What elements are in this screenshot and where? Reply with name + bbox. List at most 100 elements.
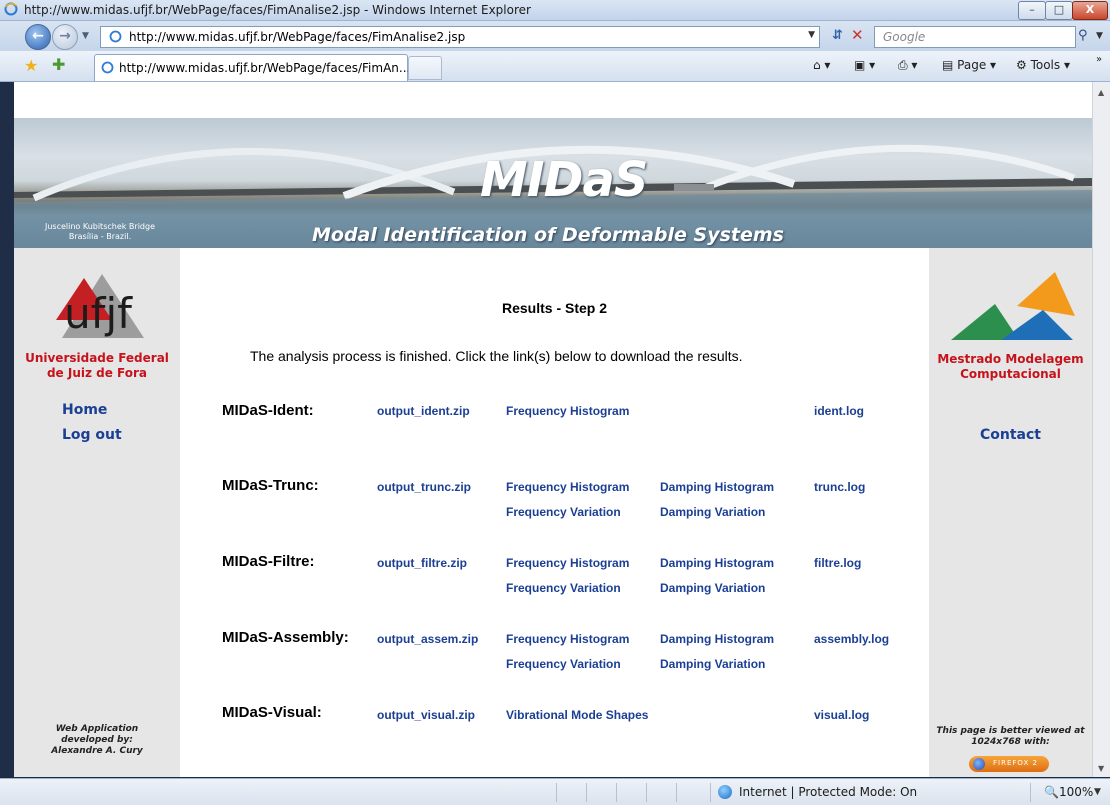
module-assembly-label: MIDaS-Assembly: xyxy=(222,629,349,646)
internet-zone-icon xyxy=(718,785,732,799)
ident-frequency-histogram-link[interactable]: Frequency Histogram xyxy=(506,404,629,418)
favorites-star-icon[interactable]: ★ xyxy=(24,56,38,75)
nav-logout-link[interactable]: Log out xyxy=(62,427,122,443)
trunc-frequency-histogram-link[interactable]: Frequency Histogram xyxy=(506,480,629,494)
assembly-frequency-histogram-link[interactable]: Frequency Histogram xyxy=(506,632,629,646)
site-subtitle: Modal Identification of Deformable Syste… xyxy=(312,224,784,246)
program-name: Mestrado Modelagem Computacional xyxy=(929,352,1092,382)
visual-zip-link[interactable]: output_visual.zip xyxy=(377,708,475,722)
banner-caption-line1: Juscelino Kubitschek Bridge xyxy=(44,222,156,231)
scroll-up-icon[interactable]: ▲ xyxy=(1098,88,1104,97)
trunc-zip-link[interactable]: output_trunc.zip xyxy=(377,480,471,494)
left-sidebar: ufjf Universidade Federal de Juiz de For… xyxy=(14,248,180,777)
address-bar[interactable]: http://www.midas.ufjf.br/WebPage/faces/F… xyxy=(100,26,820,48)
print-icon[interactable]: ⎙ ▾ xyxy=(898,58,917,73)
zoom-dropdown-icon[interactable]: ▼ xyxy=(1094,787,1101,797)
trunc-damping-variation-link[interactable]: Damping Variation xyxy=(660,505,765,519)
add-favorites-icon[interactable]: ✚ xyxy=(52,55,65,74)
header-banner: Juscelino Kubitschek Bridge Brasília - B… xyxy=(14,118,1092,248)
ufjf-logo: ufjf xyxy=(56,274,144,338)
banner-caption: Juscelino Kubitschek Bridge Brasília - B… xyxy=(20,222,180,242)
credit-line3: Alexandre A. Cury xyxy=(51,746,143,756)
status-divider xyxy=(676,783,677,802)
right-sidebar: Mestrado Modelagem Computacional Contact… xyxy=(929,248,1092,777)
ident-zip-link[interactable]: output_ident.zip xyxy=(377,404,470,418)
visual-mode-shapes-link[interactable]: Vibrational Mode Shapes xyxy=(506,708,648,722)
browser-window: http://www.midas.ufjf.br/WebPage/faces/F… xyxy=(0,0,1110,805)
web-page: Juscelino Kubitschek Bridge Brasília - B… xyxy=(14,82,1092,777)
forward-button[interactable]: → xyxy=(52,24,78,50)
status-divider xyxy=(586,783,587,802)
credit-line2: developed by: xyxy=(61,735,133,745)
assembly-frequency-variation-link[interactable]: Frequency Variation xyxy=(506,657,621,671)
nav-home-link[interactable]: Home xyxy=(62,402,107,418)
tab-label: http://www.midas.ufjf.br/WebPage/faces/F… xyxy=(119,61,411,75)
module-ident-label: MIDaS-Ident: xyxy=(222,402,314,419)
filtre-zip-link[interactable]: output_filtre.zip xyxy=(377,556,467,570)
stop-icon[interactable]: ✕ xyxy=(851,26,864,44)
assembly-zip-link[interactable]: output_assem.zip xyxy=(377,632,478,646)
address-dropdown-icon[interactable]: ▼ xyxy=(808,30,815,40)
home-icon[interactable]: ⌂ ▾ xyxy=(813,58,830,72)
history-dropdown-icon[interactable]: ▼ xyxy=(82,31,89,41)
program-line1: Mestrado Modelagem xyxy=(937,352,1084,366)
window-title: http://www.midas.ufjf.br/WebPage/faces/F… xyxy=(24,3,531,17)
trunc-frequency-variation-link[interactable]: Frequency Variation xyxy=(506,505,621,519)
module-filtre-label: MIDaS-Filtre: xyxy=(222,553,315,570)
assembly-damping-histogram-link[interactable]: Damping Histogram xyxy=(660,632,774,646)
visual-log-link[interactable]: visual.log xyxy=(814,708,869,722)
assembly-log-link[interactable]: assembly.log xyxy=(814,632,889,646)
search-icon[interactable]: ⚲ xyxy=(1078,28,1088,43)
filtre-damping-variation-link[interactable]: Damping Variation xyxy=(660,581,765,595)
credit-line1: Web Application xyxy=(55,724,139,734)
status-bar: Internet | Protected Mode: On 🔍100% ▼ xyxy=(0,778,1110,805)
firefox-icon xyxy=(973,758,985,770)
search-box[interactable] xyxy=(874,26,1076,48)
trunc-damping-histogram-link[interactable]: Damping Histogram xyxy=(660,480,774,494)
page-title: Results - Step 2 xyxy=(501,300,608,316)
filtre-frequency-variation-link[interactable]: Frequency Variation xyxy=(506,581,621,595)
maximize-button[interactable]: □ xyxy=(1045,1,1073,20)
security-zone[interactable]: Internet | Protected Mode: On xyxy=(739,785,917,799)
browser-note-line2: 1024x768 with: xyxy=(971,737,1050,747)
tab-page-icon xyxy=(101,61,114,74)
scroll-down-icon[interactable]: ▼ xyxy=(1098,764,1104,773)
tab-active[interactable]: http://www.midas.ufjf.br/WebPage/faces/F… xyxy=(94,54,411,81)
filtre-frequency-histogram-link[interactable]: Frequency Histogram xyxy=(506,556,629,570)
page-icon xyxy=(109,30,122,43)
program-line2: Computacional xyxy=(960,367,1061,381)
toolbar-overflow-icon[interactable]: » xyxy=(1096,54,1102,65)
tools-menu[interactable]: ⚙ Tools ▾ xyxy=(1016,58,1070,72)
site-title: MIDaS xyxy=(480,152,648,208)
search-dropdown-icon[interactable]: ▼ xyxy=(1096,31,1103,41)
status-divider xyxy=(710,783,711,802)
trunc-log-link[interactable]: trunc.log xyxy=(814,480,865,494)
page-menu[interactable]: ▤ Page ▾ xyxy=(942,58,996,72)
banner-caption-line2: Brasília - Brazil. xyxy=(68,232,132,241)
zoom-level[interactable]: 🔍100% xyxy=(1044,785,1093,799)
assembly-damping-variation-link[interactable]: Damping Variation xyxy=(660,657,765,671)
close-button[interactable]: X xyxy=(1072,1,1108,20)
university-name: Universidade Federal de Juiz de Fora xyxy=(14,351,180,381)
tab-toolbar: ★ ✚ http://www.midas.ufjf.br/WebPage/fac… xyxy=(0,51,1110,82)
page-menu-label: Page ▾ xyxy=(957,58,997,72)
refresh-icon[interactable]: ⇵ xyxy=(832,28,843,43)
filtre-log-link[interactable]: filtre.log xyxy=(814,556,861,570)
feeds-icon[interactable]: ▣ ▾ xyxy=(854,58,875,72)
vertical-scrollbar[interactable]: ▲ ▼ xyxy=(1092,82,1110,777)
firefox-badge[interactable]: FIREFOX 2 xyxy=(969,756,1049,772)
ident-log-link[interactable]: ident.log xyxy=(814,404,864,418)
contact-link[interactable]: Contact xyxy=(929,427,1092,443)
minimize-button[interactable]: – xyxy=(1018,1,1046,20)
search-input[interactable] xyxy=(881,28,1075,46)
svg-text:ufjf: ufjf xyxy=(64,289,133,338)
status-divider xyxy=(616,783,617,802)
address-toolbar: ← → ▼ http://www.midas.ufjf.br/WebPage/f… xyxy=(0,21,1110,51)
back-button[interactable]: ← xyxy=(25,24,51,50)
filtre-damping-histogram-link[interactable]: Damping Histogram xyxy=(660,556,774,570)
window-left-edge xyxy=(0,82,14,777)
module-trunc-label: MIDaS-Trunc: xyxy=(222,477,319,494)
status-divider xyxy=(1030,783,1031,802)
tools-menu-label: Tools ▾ xyxy=(1030,58,1070,72)
new-tab-button[interactable] xyxy=(408,56,442,80)
